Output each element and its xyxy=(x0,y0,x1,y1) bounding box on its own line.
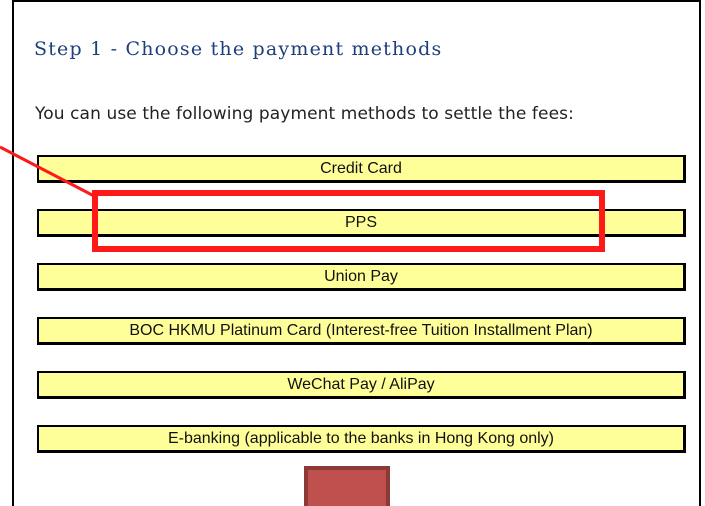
union-pay-button[interactable]: Union Pay xyxy=(37,263,686,291)
e-banking-button[interactable]: E-banking (applicable to the banks in Ho… xyxy=(37,425,686,453)
wechat-alipay-button[interactable]: WeChat Pay / AliPay xyxy=(37,371,686,399)
page-title: Step 1 - Choose the payment methods xyxy=(34,38,443,60)
screenshot-stage: Step 1 - Choose the payment methods You … xyxy=(0,0,705,506)
next-button[interactable] xyxy=(304,466,390,506)
credit-card-button[interactable]: Credit Card xyxy=(37,155,686,183)
pps-button[interactable]: PPS xyxy=(37,209,686,237)
boc-hkmu-platinum-card-button[interactable]: BOC HKMU Platinum Card (Interest-free Tu… xyxy=(37,317,686,345)
intro-text: You can use the following payment method… xyxy=(35,104,574,124)
